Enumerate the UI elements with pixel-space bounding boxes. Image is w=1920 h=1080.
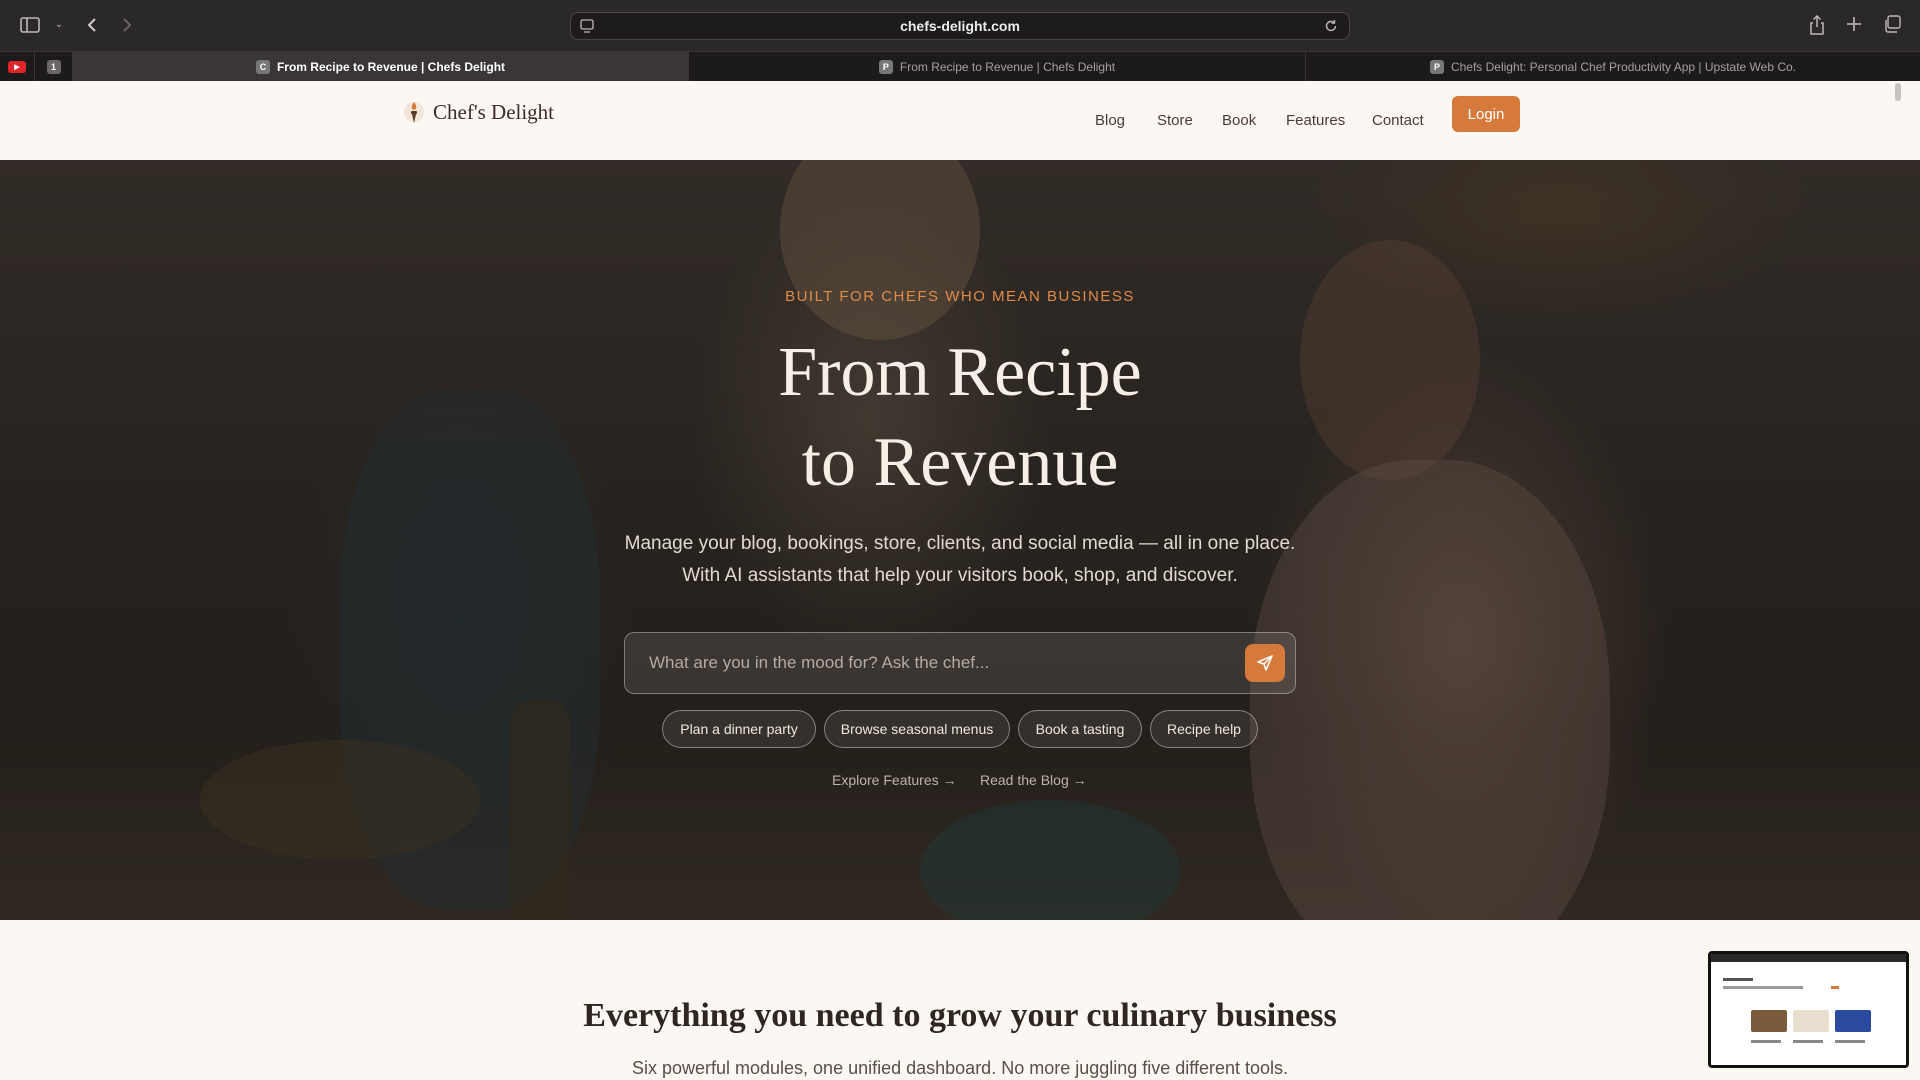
tab-title: Chefs Delight: Personal Chef Productivit… [1450, 60, 1797, 74]
new-tab-plus-icon[interactable] [1845, 15, 1863, 33]
site-header: Chef's Delight Blog Store Book Features … [0, 81, 1920, 160]
chip-plan-dinner-party[interactable]: Plan a dinner party [662, 710, 816, 748]
nav-contact[interactable]: Contact [1372, 112, 1424, 129]
login-button[interactable]: Login [1452, 96, 1520, 132]
hero-section: BUILT FOR CHEFS WHO MEAN BUSINESS From R… [0, 160, 1920, 920]
send-button[interactable] [1245, 644, 1285, 682]
tab-bar: ▶ 1 C From Recipe to Revenue | Chefs Del… [0, 51, 1920, 82]
hero-title-line-1: From Recipe [778, 334, 1142, 411]
explore-features-link[interactable]: Explore Features → [832, 772, 957, 788]
tab-chefs-delight-1[interactable]: C From Recipe to Revenue | Chefs Delight [72, 52, 688, 82]
hero-title: From Recipe to Revenue [0, 328, 1920, 508]
pinned-tab-youtube[interactable]: ▶ [0, 52, 34, 82]
address-bar[interactable]: chefs-delight.com [570, 12, 1350, 40]
tab-chefs-delight-2[interactable]: P From Recipe to Revenue | Chefs Delight [688, 52, 1305, 82]
back-arrow-icon[interactable] [84, 15, 100, 35]
chip-browse-seasonal-menus[interactable]: Browse seasonal menus [824, 710, 1010, 748]
tab-chefs-delight-3[interactable]: P Chefs Delight: Personal Chef Productiv… [1305, 52, 1920, 82]
nav-blog[interactable]: Blog [1095, 112, 1125, 129]
favicon-c-icon: C [255, 60, 270, 74]
brand-name: Chef's Delight [433, 99, 555, 124]
picture-in-picture-preview[interactable] [1708, 951, 1909, 1068]
tab-title: From Recipe to Revenue | Chefs Delight [899, 60, 1116, 74]
favicon-p-icon: P [1429, 60, 1444, 74]
chevron-down-icon[interactable]: ⌄ [53, 18, 65, 32]
favicon-p-icon: P [878, 60, 893, 74]
youtube-icon: ▶ [8, 61, 26, 73]
chip-recipe-help[interactable]: Recipe help [1150, 710, 1258, 748]
read-blog-link[interactable]: Read the Blog → [980, 772, 1087, 788]
chef-logo-icon [403, 98, 425, 126]
tab-overview-icon[interactable] [1882, 15, 1902, 33]
tab-count-badge: 1 [46, 60, 61, 74]
nav-features[interactable]: Features [1286, 112, 1345, 129]
pinned-tab-count[interactable]: 1 [34, 52, 72, 82]
ask-chef-input[interactable] [649, 633, 1229, 693]
send-icon [1257, 655, 1273, 671]
forward-arrow-icon[interactable] [119, 15, 135, 35]
brand-link[interactable]: Chef's Delight [403, 98, 554, 126]
hero-subtitle: Manage your blog, bookings, store, clien… [624, 533, 1296, 586]
nav-book[interactable]: Book [1222, 112, 1256, 129]
features-title: Everything you need to grow your culinar… [583, 997, 1337, 1034]
hero-title-line-2: to Revenue [801, 424, 1119, 501]
url-text[interactable]: chefs-delight.com [571, 13, 1349, 39]
nav-store[interactable]: Store [1157, 112, 1193, 129]
share-icon[interactable] [1807, 14, 1827, 36]
reload-icon[interactable] [1323, 18, 1339, 34]
browser-toolbar: ⌄ chefs-delight.com [0, 0, 1920, 51]
scrollbar-thumb[interactable] [1895, 83, 1901, 101]
hero-content: BUILT FOR CHEFS WHO MEAN BUSINESS From R… [0, 160, 1920, 920]
chip-book-tasting[interactable]: Book a tasting [1018, 710, 1142, 748]
ask-chef-box [624, 632, 1296, 694]
hero-eyebrow: BUILT FOR CHEFS WHO MEAN BUSINESS [785, 288, 1135, 305]
sidebar-toggle-icon[interactable] [20, 17, 40, 33]
features-subtitle: Six powerful modules, one unified dashbo… [631, 1058, 1289, 1078]
tab-title: From Recipe to Revenue | Chefs Delight [276, 60, 506, 74]
